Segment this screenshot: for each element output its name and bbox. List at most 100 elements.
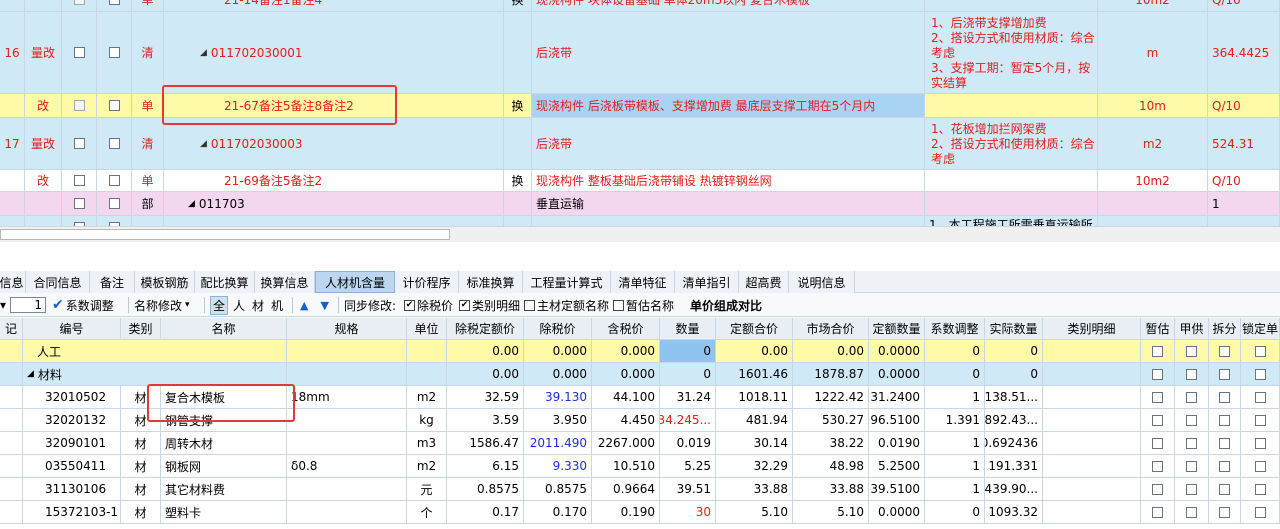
features-cell[interactable] bbox=[925, 192, 1098, 215]
column-header[interactable]: 除税价 bbox=[524, 318, 592, 339]
flag-checkbox-cell[interactable] bbox=[1175, 363, 1209, 385]
collapse-toggle-icon[interactable]: ◢ bbox=[200, 48, 207, 58]
bill-cat-cell[interactable]: 单 bbox=[132, 0, 164, 11]
group-value-cell[interactable]: 0.000 bbox=[524, 340, 592, 362]
bill-name-cell[interactable]: 现浇构件 块体设备基础 单体20m3以内 复合木模板 bbox=[532, 0, 925, 11]
row-checkbox-cell[interactable] bbox=[62, 0, 97, 11]
material-quota-qty-cell[interactable]: 0.0000 bbox=[869, 501, 925, 523]
material-tax-price-cell[interactable]: 44.100 bbox=[592, 386, 660, 408]
row-checkbox[interactable] bbox=[73, 100, 85, 111]
flag-checkbox-cell[interactable] bbox=[1241, 340, 1280, 362]
column-header[interactable]: 定额合价 bbox=[716, 318, 793, 339]
spin-down-icon[interactable]: ▾ bbox=[0, 293, 6, 317]
flag-checkbox-cell[interactable] bbox=[1175, 501, 1209, 523]
flag-checkbox-cell[interactable] bbox=[1141, 501, 1175, 523]
group-value-cell[interactable]: 0.0000 bbox=[869, 363, 925, 385]
flag-checkbox[interactable] bbox=[1152, 368, 1163, 380]
coef-adjust-button[interactable]: ✔ 系数调整 bbox=[52, 293, 114, 317]
flag-checkbox-cell[interactable] bbox=[1241, 478, 1280, 500]
flag-checkbox[interactable] bbox=[1186, 414, 1197, 426]
bill-cat-cell[interactable]: 清 bbox=[132, 118, 164, 169]
flag-checkbox[interactable] bbox=[1219, 368, 1230, 380]
row-checkbox[interactable] bbox=[108, 138, 120, 149]
flag-checkbox-cell[interactable] bbox=[1241, 501, 1280, 523]
flag-checkbox[interactable] bbox=[1186, 391, 1197, 403]
check-category-detail[interactable]: ✔ 类别明细 bbox=[459, 293, 520, 317]
column-header[interactable]: 规格 bbox=[287, 318, 407, 339]
bill-mark-cell[interactable]: 量改 bbox=[25, 12, 62, 93]
material-spec-cell[interactable] bbox=[287, 409, 407, 431]
group-value-cell[interactable]: 0 bbox=[660, 340, 716, 362]
tab-9[interactable]: 工程量计算式 bbox=[523, 271, 611, 293]
bill-qty-cell[interactable]: Q/10 bbox=[1208, 170, 1280, 191]
group-value-cell[interactable]: 0.00 bbox=[793, 340, 869, 362]
bill-unit-cell[interactable] bbox=[1098, 192, 1208, 215]
flag-checkbox-cell[interactable] bbox=[1141, 455, 1175, 477]
material-name-cell[interactable]: 塑料卡 bbox=[161, 501, 287, 523]
flag-checkbox[interactable] bbox=[1219, 345, 1230, 357]
bill-seq-cell[interactable]: 17 bbox=[0, 118, 25, 169]
bill-unit-cell[interactable]: 10m2 bbox=[1098, 170, 1208, 191]
flag-checkbox[interactable] bbox=[1254, 460, 1266, 472]
flag-checkbox-cell[interactable] bbox=[1175, 340, 1209, 362]
material-sum-cell[interactable]: 32.29 bbox=[716, 455, 793, 477]
material-row[interactable]: 15372103-1 材塑料卡个 0.17 0.170 0.190 30 5.10 5.10 0… bbox=[0, 501, 1280, 524]
group-row[interactable]: 人工 0.00 0.000 0.000 0 0.00 0.00 0.0000 0 0 bbox=[0, 340, 1280, 363]
material-row[interactable]: 03550411 材钢板网 δ0.8 m2 6.15 9.330 10.510 5.25 32.… bbox=[0, 455, 1280, 478]
material-base-price-cell[interactable]: 6.15 bbox=[447, 455, 524, 477]
bill-code-cell[interactable]: 21-14备注1备注4 bbox=[164, 0, 504, 11]
flag-checkbox-cell[interactable] bbox=[1175, 478, 1209, 500]
material-coef-cell[interactable]: 1 bbox=[925, 386, 985, 408]
flag-checkbox[interactable] bbox=[1152, 345, 1163, 357]
material-actual-qty-cell[interactable]: 4892.43... bbox=[985, 409, 1043, 431]
material-tax-price-cell[interactable]: 10.510 bbox=[592, 455, 660, 477]
flag-checkbox-cell[interactable] bbox=[1209, 340, 1241, 362]
bill-name-cell[interactable]: 垂直运输 bbox=[532, 192, 925, 215]
bill-seq-cell[interactable] bbox=[0, 216, 25, 226]
bill-name-cell[interactable]: 现浇构件 整板基础后浇带铺设 热镀锌钢丝网 bbox=[532, 170, 925, 191]
flag-checkbox-cell[interactable] bbox=[1141, 386, 1175, 408]
material-sum-cell[interactable]: 1018.11 bbox=[716, 386, 793, 408]
bill-code-cell[interactable]: 21-69备注5备注2 bbox=[164, 170, 504, 191]
flag-checkbox-cell[interactable] bbox=[1141, 478, 1175, 500]
row-checkbox-cell[interactable] bbox=[62, 94, 97, 117]
bill-seq-cell[interactable] bbox=[0, 170, 25, 191]
filter-labor-button[interactable]: 人 bbox=[233, 297, 245, 314]
flag-checkbox[interactable] bbox=[1152, 391, 1163, 403]
flag-checkbox-cell[interactable] bbox=[1241, 409, 1280, 431]
spin-input[interactable]: 1 bbox=[10, 297, 46, 313]
flag-checkbox-cell[interactable] bbox=[1209, 432, 1241, 454]
material-quota-qty-cell[interactable]: 39.5100 bbox=[869, 478, 925, 500]
material-name-cell[interactable]: 钢板网 bbox=[161, 455, 287, 477]
bill-unit-cell[interactable] bbox=[1098, 216, 1208, 226]
column-header[interactable]: 记 bbox=[0, 318, 23, 339]
flag-checkbox[interactable] bbox=[1254, 483, 1266, 495]
flag-checkbox[interactable] bbox=[1152, 460, 1163, 472]
material-blank-cell[interactable] bbox=[0, 386, 23, 408]
check-main-material-name[interactable]: 主材定额名称 bbox=[524, 293, 609, 317]
material-actual-qty-cell[interactable]: 191.331 bbox=[985, 455, 1043, 477]
tab-0[interactable]: 信息 bbox=[0, 271, 26, 293]
row-checkbox[interactable] bbox=[108, 175, 120, 186]
flag-checkbox[interactable] bbox=[1219, 506, 1230, 518]
row-checkbox[interactable] bbox=[73, 138, 85, 149]
material-detail-cell[interactable] bbox=[1043, 501, 1141, 523]
material-price-cell[interactable]: 0.8575 bbox=[524, 478, 592, 500]
row-checkbox[interactable] bbox=[73, 175, 85, 186]
flag-checkbox-cell[interactable] bbox=[1209, 501, 1241, 523]
material-qty-cell[interactable]: 0.019 bbox=[660, 432, 716, 454]
flag-checkbox[interactable] bbox=[1219, 391, 1230, 403]
tab-6[interactable]: 人材机含量 bbox=[315, 271, 395, 293]
bill-ext-cell[interactable]: 换 bbox=[504, 94, 532, 117]
material-detail-cell[interactable] bbox=[1043, 478, 1141, 500]
bill-row[interactable]: 单 21-14备注1备注4 换现浇构件 块体设备基础 单体20m3以内 复合木模板 1… bbox=[0, 0, 1280, 12]
material-code-cell[interactable]: 31130106 bbox=[23, 478, 121, 500]
bill-row[interactable]: 17 量改清 ◢ 011702030003 后浇带 1、花板增加拦网架费 2、搭设方式和使用… bbox=[0, 118, 1280, 170]
material-code-cell[interactable]: 32090101 bbox=[23, 432, 121, 454]
material-row[interactable]: 31130106 材其它材料费元 0.8575 0.8575 0.9664 39.51 33… bbox=[0, 478, 1280, 501]
features-cell[interactable] bbox=[925, 94, 1098, 117]
group-name-cell[interactable]: 人工 bbox=[23, 340, 287, 362]
column-header[interactable]: 系数调整 bbox=[925, 318, 985, 339]
bill-ext-cell[interactable]: 换 bbox=[504, 170, 532, 191]
column-header[interactable]: 类别明细 bbox=[1043, 318, 1141, 339]
